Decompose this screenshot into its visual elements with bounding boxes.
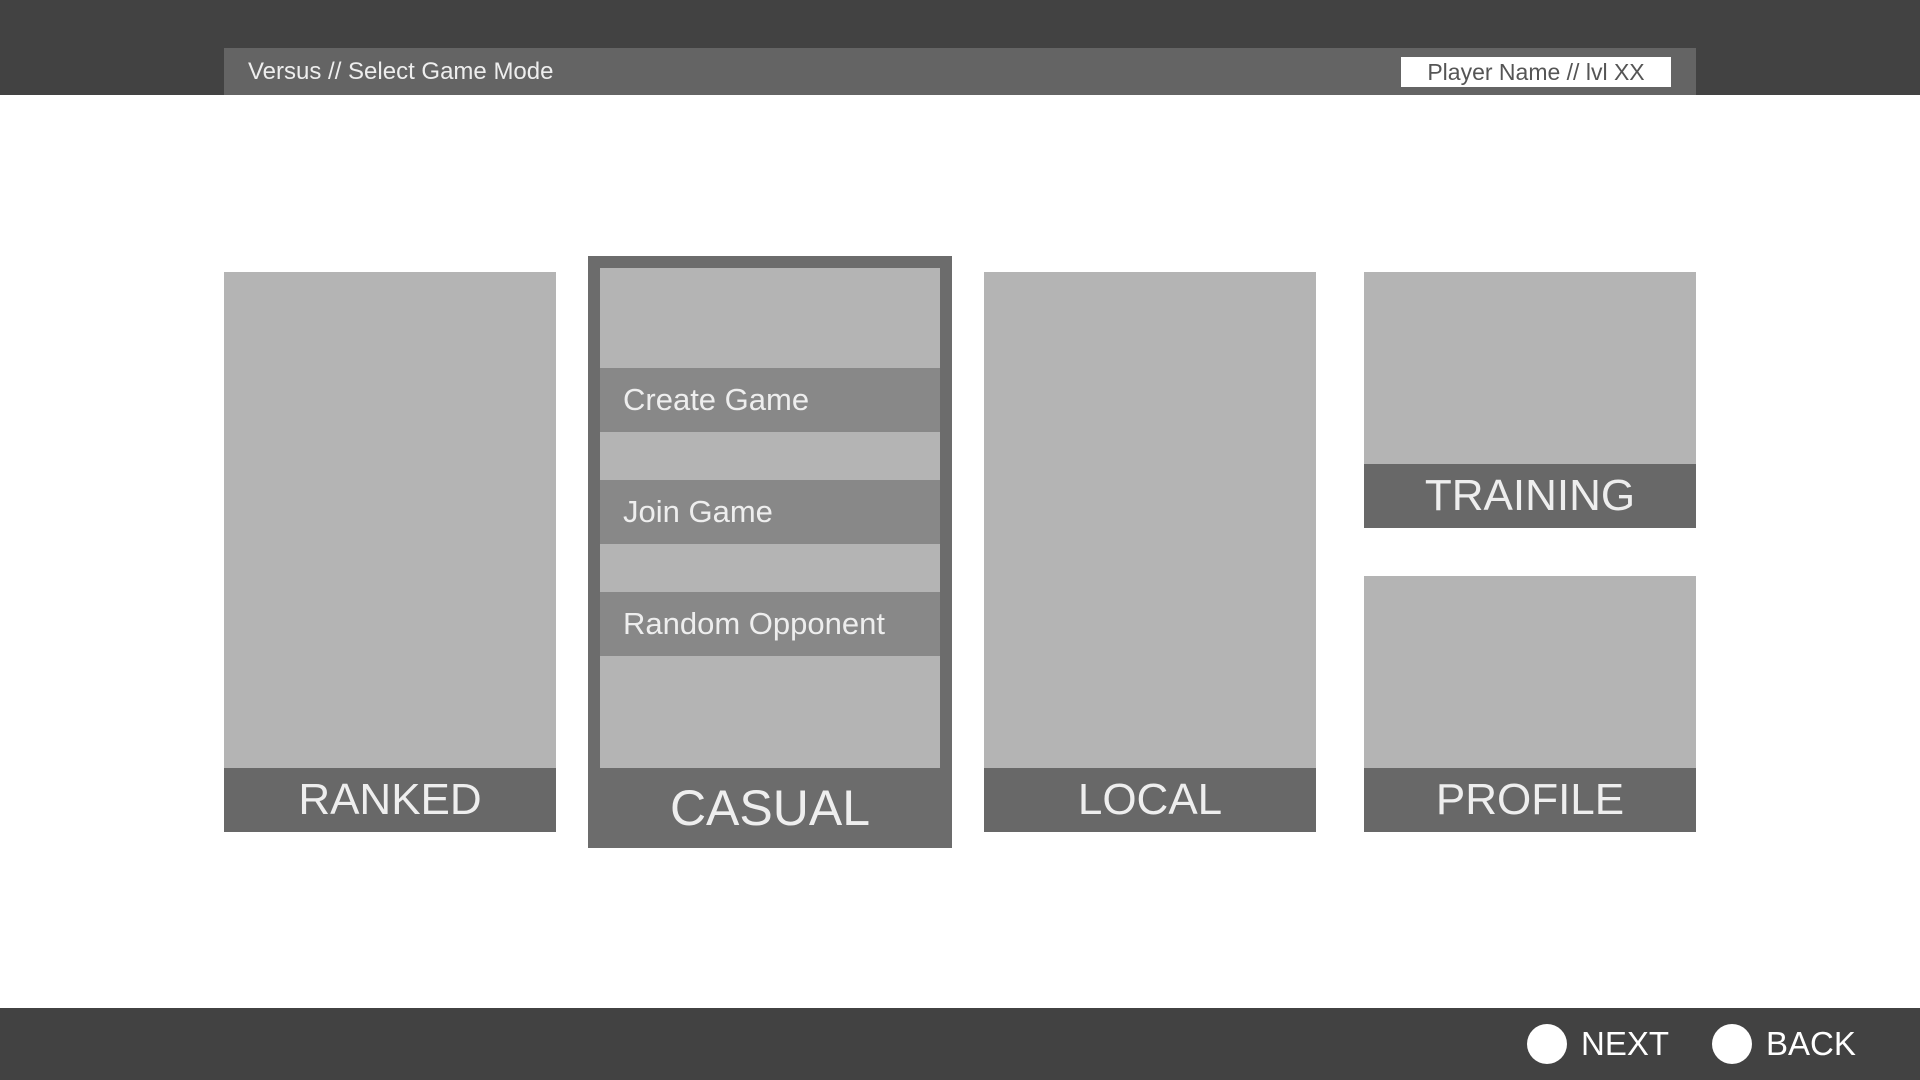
mode-card-ranked[interactable]: RANKED <box>224 272 556 832</box>
join-game-option[interactable]: Join Game <box>600 480 940 544</box>
mode-label-ranked: RANKED <box>224 768 556 832</box>
casual-options-panel: Create Game Join Game Random Opponent <box>600 268 940 768</box>
mode-card-profile[interactable]: PROFILE <box>1364 576 1696 832</box>
mode-label-profile: PROFILE <box>1364 768 1696 832</box>
player-info: Player Name // lvl XX <box>1401 57 1671 87</box>
header-bar: Versus // Select Game Mode Player Name /… <box>224 48 1696 95</box>
random-opponent-option[interactable]: Random Opponent <box>600 592 940 656</box>
next-button[interactable]: NEXT <box>1527 1008 1669 1080</box>
back-button[interactable]: BACK <box>1712 1008 1856 1080</box>
create-game-option[interactable]: Create Game <box>600 368 940 432</box>
bottom-band: NEXT BACK <box>0 1008 1920 1080</box>
mode-card-local[interactable]: LOCAL <box>984 272 1316 832</box>
mode-label-local: LOCAL <box>984 768 1316 832</box>
back-label: BACK <box>1766 1025 1856 1062</box>
mode-card-training[interactable]: TRAINING <box>1364 272 1696 528</box>
breadcrumb: Versus // Select Game Mode <box>248 58 554 85</box>
mode-card-casual[interactable]: Create Game Join Game Random Opponent CA… <box>588 256 952 848</box>
next-label: NEXT <box>1581 1025 1670 1062</box>
mode-label-training: TRAINING <box>1364 464 1696 528</box>
mode-label-casual: CASUAL <box>669 780 871 836</box>
top-band: Versus // Select Game Mode Player Name /… <box>0 0 1920 95</box>
next-button-icon <box>1527 1024 1567 1064</box>
back-button-icon <box>1712 1024 1752 1064</box>
